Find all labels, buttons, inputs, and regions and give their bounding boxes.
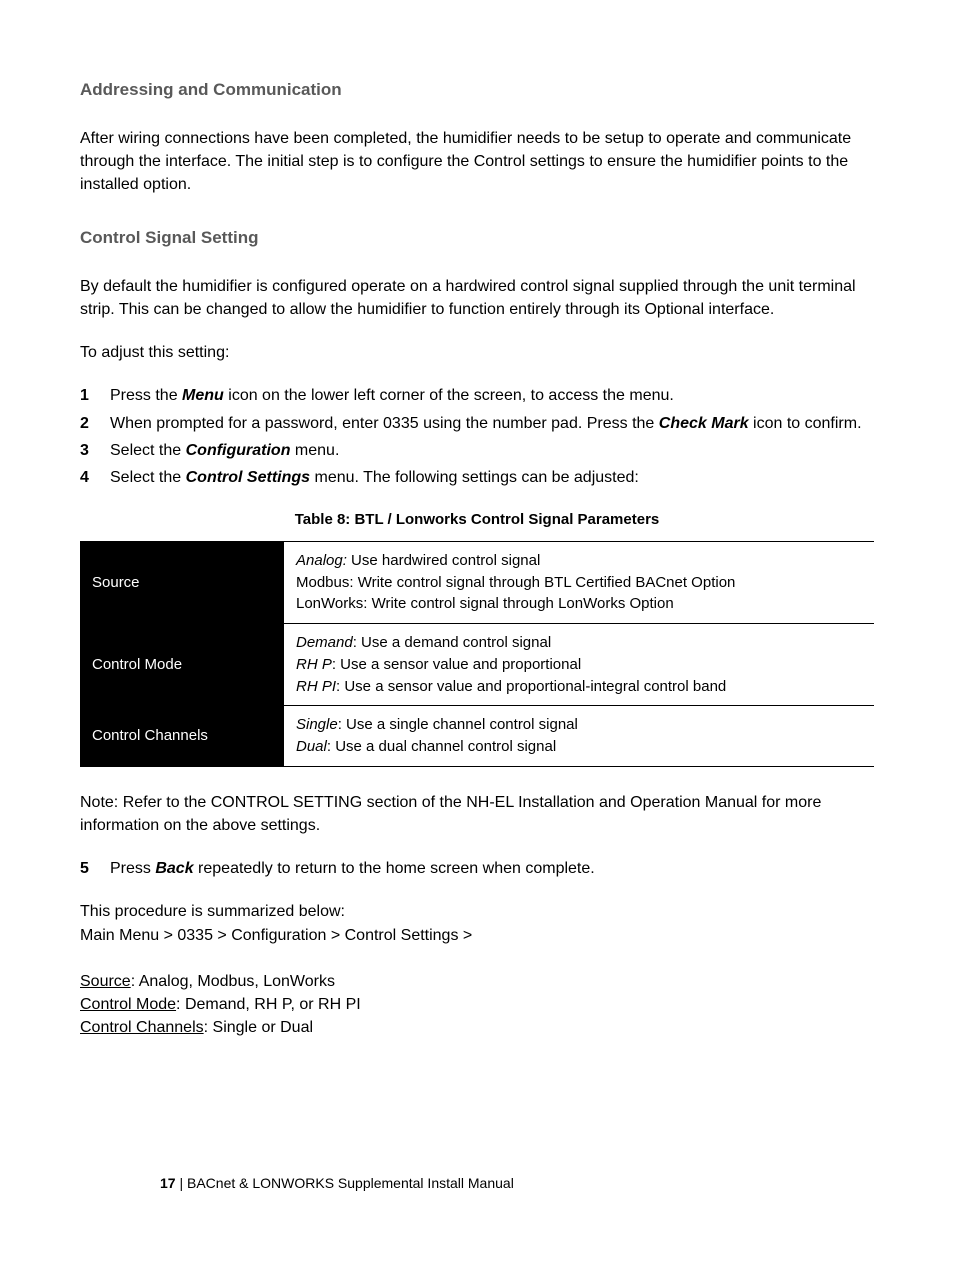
table-row: Source Analog: Use hardwired control sig… [80,541,874,623]
row-header: Control Channels [80,706,284,767]
ordered-list: 1 Press the Menu icon on the lower left … [80,384,874,489]
list-number: 4 [80,466,110,489]
list-body: Select the Configuration menu. [110,439,874,462]
row-header: Control Mode [80,624,284,706]
list-body: Select the Control Settings menu. The fo… [110,466,874,489]
paragraph: Source: Analog, Modbus, LonWorks Control… [80,970,874,1040]
paragraph: This procedure is summarized below: Main… [80,900,874,946]
heading-control-signal: Control Signal Setting [80,226,874,251]
heading-addressing: Addressing and Communication [80,78,874,103]
list-body: Press the Menu icon on the lower left co… [110,384,874,407]
list-number: 1 [80,384,110,407]
table-row: Control Channels Single: Use a single ch… [80,706,874,767]
list-body: When prompted for a password, enter 0335… [110,412,874,435]
parameters-table: Source Analog: Use hardwired control sig… [80,541,874,767]
row-header: Source [80,541,284,623]
list-item: 3 Select the Configuration menu. [80,439,874,462]
list-number: 3 [80,439,110,462]
row-cell: Demand: Use a demand control signal RH P… [284,624,874,706]
paragraph: After wiring connections have been compl… [80,127,874,197]
row-cell: Single: Use a single channel control sig… [284,706,874,767]
list-body: Press Back repeatedly to return to the h… [110,857,874,880]
row-cell: Analog: Use hardwired control signal Mod… [284,541,874,623]
list-item: 2 When prompted for a password, enter 03… [80,412,874,435]
list-item: 1 Press the Menu icon on the lower left … [80,384,874,407]
paragraph: By default the humidifier is configured … [80,275,874,321]
list-item: 4 Select the Control Settings menu. The … [80,466,874,489]
note-paragraph: Note: Refer to the CONTROL SETTING secti… [80,791,874,837]
page-number: 17 [160,1175,176,1191]
paragraph: To adjust this setting: [80,341,874,364]
table-row: Control Mode Demand: Use a demand contro… [80,624,874,706]
ordered-list: 5 Press Back repeatedly to return to the… [80,857,874,880]
list-number: 2 [80,412,110,435]
page-footer: 17 | BACnet & LONWORKS Supplemental Inst… [160,1173,514,1193]
list-item: 5 Press Back repeatedly to return to the… [80,857,874,880]
table-caption: Table 8: BTL / Lonworks Control Signal P… [80,509,874,531]
list-number: 5 [80,857,110,880]
